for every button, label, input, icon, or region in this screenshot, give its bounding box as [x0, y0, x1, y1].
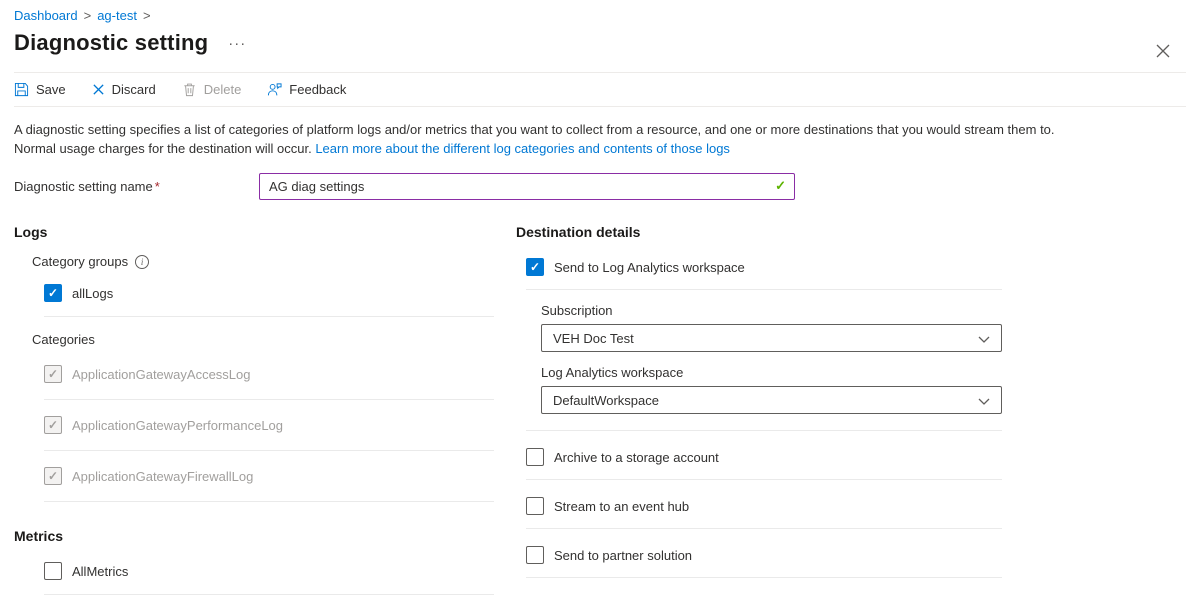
divider — [44, 316, 494, 317]
discard-icon — [92, 83, 105, 96]
event-hub-label: Stream to an event hub — [554, 499, 689, 514]
chevron-down-icon — [978, 393, 990, 408]
divider — [44, 594, 494, 595]
name-input-wrapper: ✓ — [259, 173, 795, 200]
page-description: A diagnostic setting specifies a list of… — [14, 120, 1096, 158]
firewall-log-label: ApplicationGatewayFirewallLog — [72, 469, 253, 484]
allmetrics-checkbox[interactable] — [44, 562, 62, 580]
performance-log-checkbox — [44, 416, 62, 434]
workspace-label: Log Analytics workspace — [541, 365, 1002, 380]
divider — [526, 577, 1002, 578]
workspace-dropdown[interactable]: DefaultWorkspace — [541, 386, 1002, 414]
feedback-button[interactable]: Feedback — [267, 82, 346, 97]
access-log-checkbox — [44, 365, 62, 383]
subscription-label: Subscription — [541, 303, 1002, 318]
save-icon — [14, 82, 29, 97]
checkbox-row-allmetrics: AllMetrics — [44, 558, 494, 594]
discard-button[interactable]: Discard — [92, 82, 156, 97]
page-title: Diagnostic setting — [14, 30, 208, 56]
storage-checkbox[interactable] — [526, 448, 544, 466]
workspace-dropdown-value: DefaultWorkspace — [553, 393, 659, 408]
log-analytics-config: Subscription VEH Doc Test Log Analytics … — [541, 303, 1002, 430]
diagnostic-setting-name-label: Diagnostic setting name* — [14, 179, 259, 194]
checkbox-row-firewall-log: ApplicationGatewayFirewallLog — [44, 451, 494, 501]
log-analytics-checkbox[interactable] — [526, 258, 544, 276]
checkbox-row-access-log: ApplicationGatewayAccessLog — [44, 349, 494, 399]
breadcrumb-ag-test-link[interactable]: ag-test — [97, 8, 137, 23]
checkbox-row-alllogs: allLogs — [44, 281, 494, 316]
checkbox-row-performance-log: ApplicationGatewayPerformanceLog — [44, 400, 494, 450]
performance-log-label: ApplicationGatewayPerformanceLog — [72, 418, 283, 433]
delete-icon — [182, 82, 197, 97]
breadcrumb-separator: > — [84, 8, 92, 23]
field-label-text: Diagnostic setting name — [14, 179, 153, 194]
breadcrumb-dashboard-link[interactable]: Dashboard — [14, 8, 78, 23]
divider — [526, 289, 1002, 290]
allmetrics-label: AllMetrics — [72, 564, 128, 579]
category-groups-label-row: Category groups — [32, 254, 494, 269]
access-log-label: ApplicationGatewayAccessLog — [72, 367, 251, 382]
checkbox-row-event-hub: Stream to an event hub — [526, 480, 1002, 528]
destination-inner: Send to Log Analytics workspace Subscrip… — [526, 254, 1002, 578]
category-groups-label: Category groups — [32, 254, 128, 269]
breadcrumb: Dashboard > ag-test > — [14, 8, 1186, 23]
log-analytics-label: Send to Log Analytics workspace — [554, 260, 745, 275]
valid-check-icon: ✓ — [775, 178, 786, 194]
firewall-log-checkbox — [44, 467, 62, 485]
more-options-icon[interactable]: ··· — [224, 33, 250, 54]
learn-more-link[interactable]: Learn more about the different log categ… — [315, 141, 730, 156]
diagnostic-setting-name-input[interactable] — [259, 173, 795, 200]
chevron-down-icon — [978, 331, 990, 346]
breadcrumb-separator: > — [143, 8, 151, 23]
diagnostic-setting-page: Dashboard > ag-test > Diagnostic setting ··… — [0, 0, 1200, 596]
logs-heading: Logs — [14, 224, 494, 240]
delete-button: Delete — [182, 82, 242, 97]
content-columns: Logs Category groups allLogs Categories … — [14, 224, 1186, 595]
categories-label: Categories — [32, 332, 494, 347]
checkbox-row-storage: Archive to a storage account — [526, 431, 1002, 479]
required-asterisk: * — [155, 179, 160, 194]
close-icon[interactable] — [1152, 40, 1174, 62]
partner-checkbox[interactable] — [526, 546, 544, 564]
title-row: Diagnostic setting ··· — [14, 30, 1186, 56]
info-icon[interactable] — [135, 255, 149, 269]
command-bar: Save Discard Delete — [14, 72, 1186, 107]
checkbox-row-log-analytics: Send to Log Analytics workspace — [526, 254, 1002, 289]
feedback-icon — [267, 82, 282, 97]
storage-label: Archive to a storage account — [554, 450, 719, 465]
save-button-label: Save — [36, 82, 66, 97]
destination-column: Destination details Send to Log Analytic… — [516, 224, 1002, 595]
destination-details-heading: Destination details — [516, 224, 1002, 240]
logs-column: Logs Category groups allLogs Categories … — [14, 224, 494, 595]
delete-button-label: Delete — [204, 82, 242, 97]
checkbox-row-partner: Send to partner solution — [526, 529, 1002, 577]
partner-label: Send to partner solution — [554, 548, 692, 563]
save-button[interactable]: Save — [14, 82, 66, 97]
divider — [44, 501, 494, 502]
event-hub-checkbox[interactable] — [526, 497, 544, 515]
diagnostic-setting-name-row: Diagnostic setting name* ✓ — [14, 173, 1186, 200]
alllogs-checkbox[interactable] — [44, 284, 62, 302]
feedback-button-label: Feedback — [289, 82, 346, 97]
discard-button-label: Discard — [112, 82, 156, 97]
metrics-heading: Metrics — [14, 528, 494, 544]
subscription-dropdown[interactable]: VEH Doc Test — [541, 324, 1002, 352]
subscription-dropdown-value: VEH Doc Test — [553, 331, 634, 346]
alllogs-label: allLogs — [72, 286, 113, 301]
